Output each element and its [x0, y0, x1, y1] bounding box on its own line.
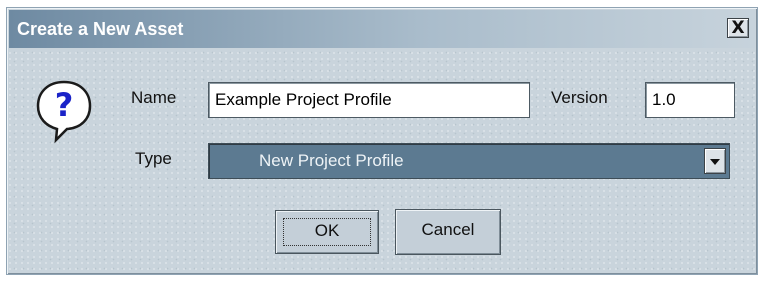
type-select[interactable]: New Project Profile — [208, 143, 730, 179]
version-field[interactable]: 1.0 — [645, 82, 735, 118]
cancel-button[interactable]: Cancel — [395, 209, 501, 255]
ok-button[interactable]: OK — [275, 210, 379, 254]
title-bar[interactable]: Create a New Asset X — [9, 10, 755, 48]
version-label: Version — [551, 88, 608, 107]
svg-text:?: ? — [55, 86, 74, 124]
create-asset-dialog: Create a New Asset X ? Name Example Proj… — [6, 7, 758, 275]
question-icon: ? — [36, 80, 92, 144]
dialog-title: Create a New Asset — [17, 19, 184, 39]
close-button[interactable]: X — [727, 18, 749, 38]
name-field[interactable]: Example Project Profile — [208, 82, 530, 118]
type-select-value: New Project Profile — [259, 151, 404, 170]
type-label: Type — [135, 149, 172, 168]
chevron-down-icon[interactable] — [704, 148, 726, 174]
name-label: Name — [131, 88, 177, 107]
